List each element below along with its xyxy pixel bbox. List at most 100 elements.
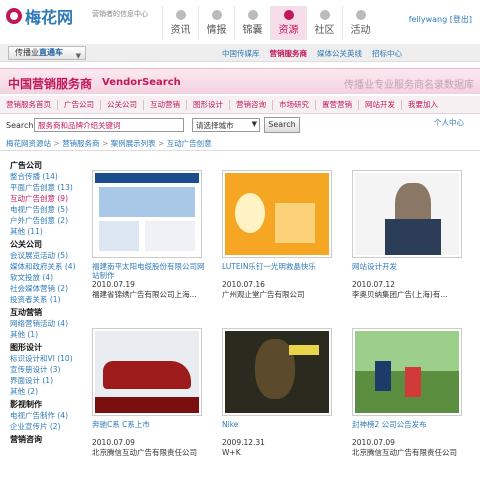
nav-item[interactable]: 社区: [306, 6, 342, 40]
sidebar-item[interactable]: 软文投放 (4): [10, 272, 92, 283]
sidebar-item[interactable]: 标识设计和VI (10): [10, 353, 92, 364]
case-company-link[interactable]: 广州观止堂广告有限公司: [222, 290, 338, 300]
nav-item-label: 资讯: [170, 25, 191, 36]
breadcrumb-separator: >: [51, 139, 63, 148]
category-tab[interactable]: 互动营销: [144, 99, 187, 110]
sub-link[interactable]: 招标中心: [372, 48, 402, 59]
title-band: 中国营销服务商 VendorSearch 传播业专业服务商名录数据库: [0, 68, 480, 94]
search-input[interactable]: [34, 118, 184, 132]
divider: [0, 150, 480, 151]
case-date: 2010.07.09: [352, 438, 395, 447]
page-title: 中国营销服务商: [8, 77, 93, 91]
username-link[interactable]: fellywang: [409, 15, 448, 24]
personal-center-link[interactable]: 个人中心: [434, 117, 464, 128]
tagline: 传播业专业服务商名录数据库: [344, 80, 474, 91]
sidebar-item[interactable]: 宣传册设计 (3): [10, 364, 92, 375]
tips-icon: [247, 10, 258, 20]
sidebar-heading: 营销咨询: [10, 435, 42, 444]
case-thumbnail[interactable]: [92, 328, 202, 416]
sidebar-item[interactable]: 户外广告创意 (2): [10, 215, 92, 226]
site-slogan: 营销者的信息中心: [92, 10, 148, 18]
city-select[interactable]: 请选择城市 ▼: [192, 118, 260, 132]
case-thumbnail[interactable]: [92, 170, 202, 258]
category-tab[interactable]: 广告公司: [58, 99, 101, 110]
case-title-link[interactable]: 奔驰C系 C系上市: [92, 420, 208, 438]
breadcrumb-item[interactable]: 案例展示列表: [111, 139, 156, 148]
sidebar-item[interactable]: 投资者关系 (1): [10, 294, 92, 305]
case-card: LUTEIN乐钉一光明救晶快乐 2010.07.16 广州观止堂广告有限公司: [222, 170, 338, 300]
nav-item[interactable]: 情报: [198, 6, 234, 40]
case-company-link[interactable]: 福建省锦绣广告有限公司上海...: [92, 290, 208, 300]
sidebar-item[interactable]: 其他 (11): [10, 226, 92, 237]
nav-item[interactable]: 资讯: [162, 6, 198, 40]
sidebar-heading: 互动营销: [10, 308, 42, 317]
channel-dropdown[interactable]: 传播业直通车 ▼: [8, 46, 86, 60]
category-tab[interactable]: 图形设计: [187, 99, 230, 110]
sub-link[interactable]: 媒体公关英线: [317, 48, 362, 59]
site-logo[interactable]: 梅花网: [6, 4, 73, 28]
news-icon: [175, 10, 186, 20]
sub-bar: 传播业直通车 ▼ 中国传媒库 营销服务商 媒体公关英线 招标中心: [0, 44, 480, 62]
sidebar-item[interactable]: 电视广告创意 (5): [10, 204, 92, 215]
breadcrumb-item[interactable]: 互动广告创意: [167, 139, 212, 148]
case-title-link[interactable]: 福建南平太阳电缆股份有限公司网站制作: [92, 262, 208, 280]
case-thumbnail[interactable]: [222, 170, 332, 258]
category-tab[interactable]: 营销服务首页: [0, 99, 58, 110]
case-title-link[interactable]: 封神榜2 公司公告发布: [352, 420, 468, 438]
category-tab[interactable]: 公关公司: [101, 99, 144, 110]
user-area: fellywang [登出]: [409, 14, 472, 25]
logo-text: 梅花网: [25, 8, 74, 27]
sidebar-item[interactable]: 网络营销活动 (4): [10, 318, 92, 329]
sidebar-heading: 广告公司: [10, 161, 42, 170]
sidebar-item[interactable]: 企业宣传片 (2): [10, 421, 92, 432]
sidebar-item[interactable]: 互动广告创意 (9): [10, 193, 92, 204]
category-tab[interactable]: 置营营销: [316, 99, 359, 110]
sidebar-heading: 影视制作: [10, 400, 42, 409]
search-button[interactable]: Search: [264, 117, 300, 133]
case-company-link[interactable]: 北京腾信互动广告有限责任公司: [352, 448, 468, 458]
sidebar-item[interactable]: 电视广告制作 (4): [10, 410, 92, 421]
sub-link[interactable]: 营销服务商: [270, 48, 308, 59]
case-company-link[interactable]: 李奥贝纳集团广告(上海)有...: [352, 290, 468, 300]
case-thumbnail[interactable]: [352, 328, 462, 416]
sidebar-item[interactable]: 其他 (1): [10, 329, 92, 340]
category-tab[interactable]: 市场研究: [273, 99, 316, 110]
resource-icon: [283, 10, 294, 20]
sub-link[interactable]: 中国传媒库: [222, 48, 260, 59]
sidebar-item[interactable]: 平面广告创意 (13): [10, 182, 92, 193]
category-tab[interactable]: 营销咨询: [230, 99, 273, 110]
sidebar-item[interactable]: 整合传播 (14): [10, 171, 92, 182]
chevron-down-icon: ▼: [75, 52, 81, 60]
case-card: 福建南平太阳电缆股份有限公司网站制作 2010.07.19 福建省锦绣广告有限公司上…: [92, 170, 208, 300]
page-title-en: VendorSearch: [102, 77, 181, 88]
sidebar-item[interactable]: 媒体和政府关系 (4): [10, 261, 92, 272]
category-sidebar: 广告公司 整合传播 (14) 平面广告创意 (13) 互动广告创意 (9) 电视广告创意…: [10, 158, 92, 445]
case-company-link[interactable]: 北京腾信互动广告有限责任公司: [92, 448, 208, 458]
sidebar-item[interactable]: 其他 (2): [10, 386, 92, 397]
nav-item[interactable]: 活动: [342, 6, 378, 40]
sidebar-item[interactable]: 界面设计 (1): [10, 375, 92, 386]
category-tab[interactable]: 网站开发: [359, 99, 402, 110]
case-title-link[interactable]: 网站设计开发: [352, 262, 468, 280]
nav-item-label: 资源: [278, 25, 299, 36]
logout-link[interactable]: [登出]: [450, 15, 472, 24]
search-label: Search: [6, 121, 34, 130]
breadcrumb-item[interactable]: 梅花网资源站: [6, 139, 51, 148]
case-title-link[interactable]: Nike: [222, 420, 338, 438]
breadcrumb: 梅花网资源站 > 营销服务商 > 案例展示列表 > 互动广告创意: [6, 138, 212, 149]
top-header: 梅花网 营销者的信息中心 资讯 情报 锦囊 资源 社区 活动 fellywang [登出]: [0, 0, 480, 42]
case-title-link[interactable]: LUTEIN乐钉一光明救晶快乐: [222, 262, 338, 280]
sidebar-item[interactable]: 会议展览活动 (5): [10, 250, 92, 261]
nav-item[interactable]: 锦囊: [234, 6, 270, 40]
case-thumbnail[interactable]: [352, 170, 462, 258]
nav-item[interactable]: 资源: [270, 6, 306, 40]
breadcrumb-item[interactable]: 营销服务商: [62, 139, 100, 148]
case-company-link[interactable]: W+K: [222, 448, 338, 458]
dropdown-bold: 直通车: [39, 48, 63, 57]
nav-item-label: 情报: [206, 25, 227, 36]
category-tab[interactable]: 我要加入: [402, 100, 444, 110]
plum-blossom-logo-icon: [6, 8, 22, 24]
case-thumbnail[interactable]: [222, 328, 332, 416]
sidebar-item[interactable]: 社会媒体营销 (2): [10, 283, 92, 294]
nav-item-label: 社区: [314, 25, 335, 36]
